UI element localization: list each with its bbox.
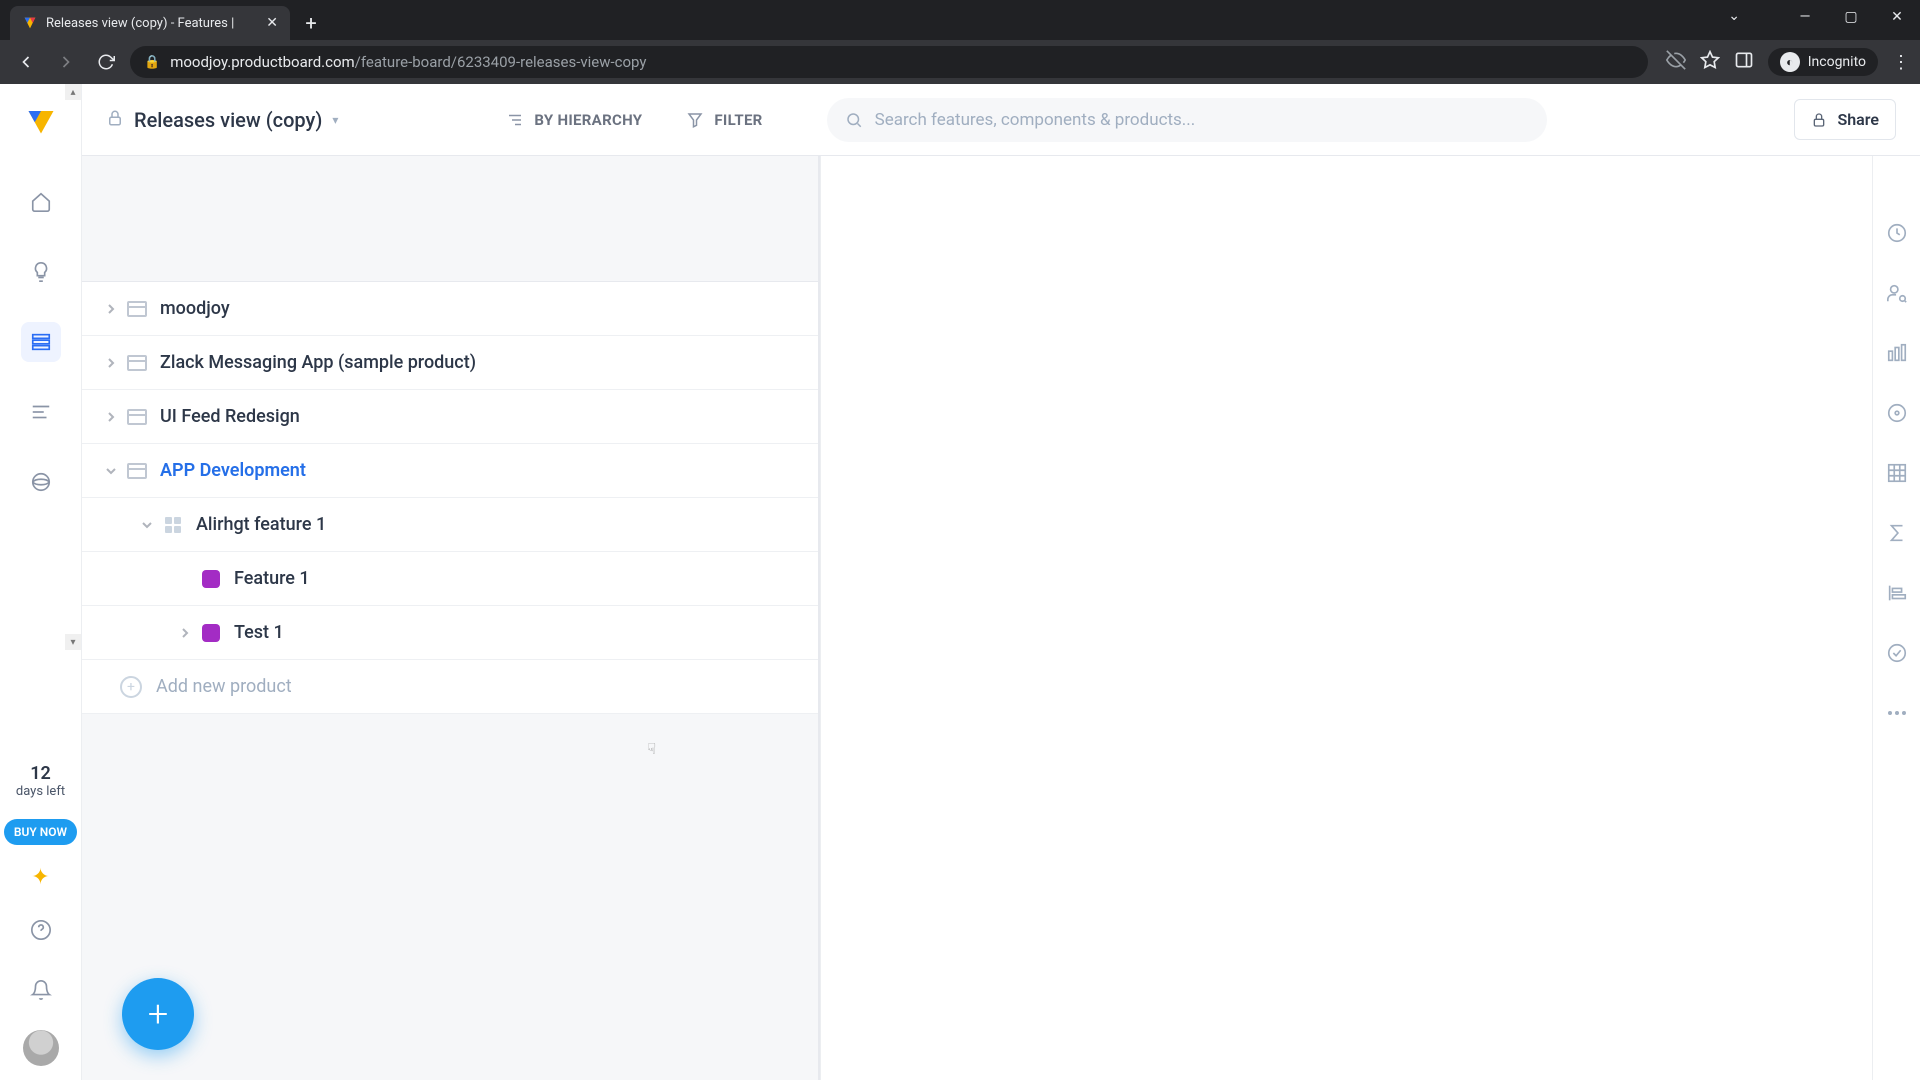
check-circle-icon[interactable] <box>1884 640 1910 666</box>
productboard-logo-icon[interactable] <box>26 106 56 136</box>
search-icon <box>845 111 863 129</box>
scroll-up-icon[interactable]: ▴ <box>65 84 81 100</box>
product-icon <box>126 298 148 320</box>
product-icon <box>126 352 148 374</box>
product-name: APP Development <box>160 460 306 481</box>
url-bar[interactable]: 🔒 moodjoy.productboard.com/feature-board… <box>130 46 1648 78</box>
browser-tab[interactable]: Releases view (copy) - Features | ✕ <box>10 6 290 40</box>
maximize-button[interactable]: ▢ <box>1828 0 1874 34</box>
upgrade-sparkle-icon[interactable]: ✦ <box>31 865 49 890</box>
people-icon[interactable] <box>1884 280 1910 306</box>
more-icon[interactable] <box>1884 700 1910 726</box>
expand-toggle[interactable] <box>174 627 196 639</box>
forward-button[interactable] <box>50 46 82 78</box>
align-icon[interactable] <box>1884 580 1910 606</box>
component-name: Alirhgt feature 1 <box>196 514 326 535</box>
timeline-area[interactable] <box>820 156 1920 1080</box>
productboard-favicon-icon <box>22 15 38 31</box>
releases-icon[interactable] <box>1884 340 1910 366</box>
minimize-button[interactable]: ― <box>1782 0 1828 34</box>
feature-name: Feature 1 <box>234 568 310 589</box>
scroll-down-icon[interactable]: ▾ <box>65 634 81 650</box>
product-row-zlack[interactable]: Zlack Messaging App (sample product) <box>82 336 818 390</box>
create-fab[interactable]: + <box>122 978 194 1050</box>
collapse-toggle[interactable] <box>136 519 158 531</box>
reload-button[interactable] <box>90 46 122 78</box>
panel-icon[interactable] <box>1734 50 1754 74</box>
product-row-moodjoy[interactable]: moodjoy <box>82 282 818 336</box>
feature-name: Test 1 <box>234 622 284 643</box>
dropdown-caret-icon[interactable]: ▾ <box>332 113 338 127</box>
grid-icon[interactable] <box>1884 460 1910 486</box>
trial-countdown: 12 days left <box>16 763 65 799</box>
feature-color-icon <box>200 622 222 644</box>
component-row[interactable]: Alirhgt feature 1 <box>82 498 818 552</box>
plus-circle-icon: + <box>120 676 142 698</box>
hierarchy-column: moodjoy Zlack Messaging App (sample prod… <box>82 156 820 1080</box>
view-title[interactable]: Releases view (copy) ▾ <box>106 108 338 132</box>
nav-roadmap[interactable] <box>21 392 61 432</box>
notifications-button[interactable] <box>21 970 61 1010</box>
target-icon[interactable] <box>1884 400 1910 426</box>
product-tree: moodjoy Zlack Messaging App (sample prod… <box>82 282 818 714</box>
close-window-button[interactable]: ✕ <box>1874 0 1920 34</box>
lock-icon: 🔒 <box>144 55 160 70</box>
expand-toggle[interactable] <box>100 411 122 423</box>
browser-toolbar: 🔒 moodjoy.productboard.com/feature-board… <box>0 40 1920 84</box>
incognito-icon: ◐ <box>1780 52 1800 72</box>
hierarchy-header-spacer <box>82 156 818 282</box>
nav-insights[interactable] <box>21 252 61 292</box>
close-tab-icon[interactable]: ✕ <box>266 15 278 31</box>
collapse-toggle[interactable] <box>100 465 122 477</box>
nav-portal[interactable] <box>21 462 61 502</box>
user-avatar[interactable] <box>23 1030 59 1066</box>
back-button[interactable] <box>10 46 42 78</box>
nav-features[interactable] <box>21 322 61 362</box>
feature-row[interactable]: Test 1 <box>82 606 818 660</box>
star-icon[interactable] <box>1700 50 1720 74</box>
incognito-badge[interactable]: ◐ Incognito <box>1768 48 1878 76</box>
new-tab-button[interactable]: + <box>296 8 326 38</box>
history-icon[interactable] <box>1884 220 1910 246</box>
right-tool-rail <box>1872 156 1920 1080</box>
feature-row[interactable]: Feature 1 <box>82 552 818 606</box>
url-text: moodjoy.productboard.com/feature-board/6… <box>170 53 646 71</box>
page-header: Releases view (copy) ▾ BY HIERARCHY FILT… <box>82 84 1920 156</box>
product-icon <box>126 406 148 428</box>
filter-button[interactable]: FILTER <box>686 111 762 129</box>
search-input[interactable] <box>875 110 1529 130</box>
overflow-menu-icon[interactable]: ⋮ <box>1892 52 1910 73</box>
share-button[interactable]: Share <box>1794 99 1896 140</box>
expand-toggle[interactable] <box>100 303 122 315</box>
expand-toggle[interactable] <box>100 357 122 369</box>
buy-now-button[interactable]: BUY NOW <box>4 819 77 845</box>
product-name: Zlack Messaging App (sample product) <box>160 352 476 373</box>
lock-icon <box>106 108 124 132</box>
product-name: UI Feed Redesign <box>160 406 300 427</box>
left-nav-rail: ▴ ▾ 12 days left BUY NO <box>0 84 82 1080</box>
window-controls: ― ▢ ✕ <box>1782 0 1920 34</box>
tabs-dropdown-icon[interactable]: ⌄ <box>1728 8 1740 24</box>
search-box[interactable] <box>827 98 1547 142</box>
feature-color-icon <box>200 568 222 590</box>
group-by-hierarchy-button[interactable]: BY HIERARCHY <box>506 111 642 129</box>
component-icon <box>162 514 184 536</box>
sigma-icon[interactable] <box>1884 520 1910 546</box>
tab-title: Releases view (copy) - Features | <box>46 16 258 31</box>
product-icon <box>126 460 148 482</box>
eye-off-icon[interactable] <box>1666 50 1686 74</box>
nav-home[interactable] <box>21 182 61 222</box>
cursor-icon <box>647 740 656 758</box>
product-row-app-development[interactable]: APP Development <box>82 444 818 498</box>
product-row-ui-feed[interactable]: UI Feed Redesign <box>82 390 818 444</box>
product-name: moodjoy <box>160 298 230 319</box>
add-product-row[interactable]: + Add new product <box>82 660 818 714</box>
browser-tab-strip: Releases view (copy) - Features | ✕ + ⌄ … <box>0 0 1920 40</box>
lock-icon <box>1811 112 1827 128</box>
help-button[interactable] <box>21 910 61 950</box>
